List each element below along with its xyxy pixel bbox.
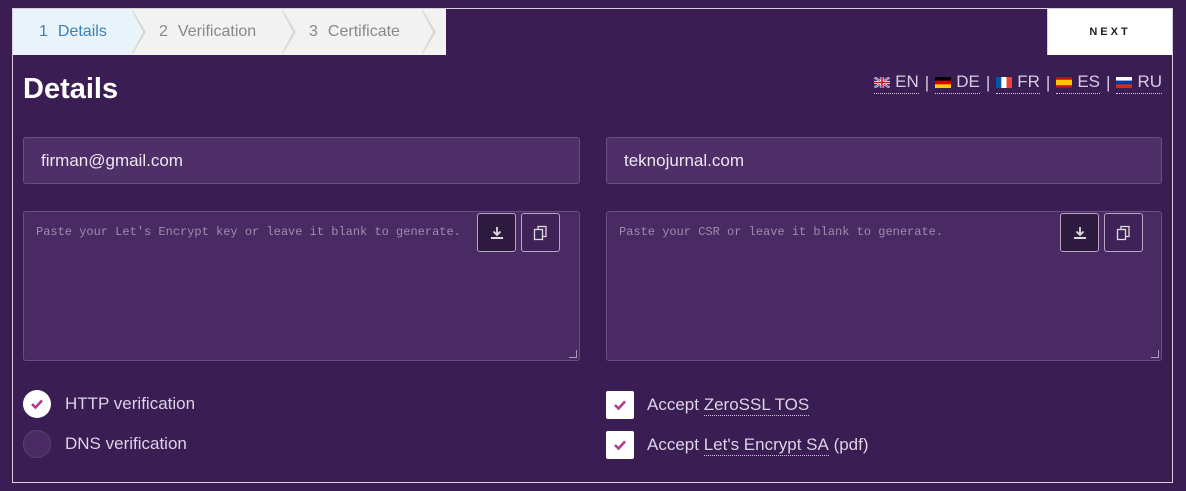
step-label: Details — [57, 23, 107, 40]
csr-download-button[interactable] — [1060, 213, 1099, 252]
csr-copy-button[interactable] — [1104, 213, 1143, 252]
letsencrypt-sa-link[interactable]: Let's Encrypt SA — [703, 435, 829, 456]
wizard-stepper: 3 Certificate 2 Verification 1 Details NEXT — [13, 9, 1172, 55]
download-icon — [1073, 226, 1086, 239]
http-verification-radio[interactable] — [23, 390, 51, 418]
dns-verification-option[interactable]: DNS verification — [23, 430, 187, 458]
checkmark-icon — [614, 440, 626, 451]
zerossl-tos-link[interactable]: ZeroSSL TOS — [703, 395, 810, 416]
next-button[interactable]: NEXT — [1047, 9, 1172, 55]
lang-fr-link[interactable]: FR — [996, 72, 1040, 94]
lang-de-link[interactable]: DE — [935, 72, 980, 94]
accept-tos-prefix: Accept — [647, 395, 704, 414]
key-download-button[interactable] — [477, 213, 516, 252]
accept-tos-option[interactable]: Accept ZeroSSL TOS — [606, 391, 810, 419]
step-label: Verification — [177, 23, 257, 40]
copy-icon — [533, 225, 547, 240]
lang-es-link[interactable]: ES — [1056, 72, 1101, 94]
certificate-wizard: 3 Certificate 2 Verification 1 Details NEXT… — [12, 8, 1173, 483]
csr-textarea[interactable]: Paste your CSR or leave it blank to gene… — [606, 211, 1162, 361]
step-number: 2 — [159, 23, 168, 40]
uk-flag-icon — [874, 76, 891, 88]
spain-flag-icon — [1056, 76, 1073, 88]
lang-en-link[interactable]: EN — [874, 72, 919, 94]
accept-sa-checkbox[interactable] — [606, 431, 634, 459]
domain-field[interactable]: teknojurnal.com — [606, 137, 1162, 184]
page-title: Details — [23, 73, 119, 105]
key-placeholder: Paste your Let's Encrypt key or leave it… — [36, 225, 461, 239]
checkmark-icon — [31, 399, 43, 410]
germany-flag-icon — [935, 76, 952, 88]
checkmark-icon — [614, 400, 626, 411]
csr-placeholder: Paste your CSR or leave it blank to gene… — [619, 225, 944, 239]
lang-ru-link[interactable]: RU — [1116, 72, 1162, 94]
resize-handle[interactable] — [1151, 350, 1159, 358]
language-switcher: EN | DE | FR | ES | RU — [874, 72, 1162, 94]
dns-verification-label: DNS verification — [65, 434, 187, 453]
russia-flag-icon — [1116, 76, 1133, 88]
step-verification[interactable]: 2 Verification — [131, 9, 296, 55]
copy-icon — [1116, 225, 1130, 240]
http-verification-label: HTTP verification — [65, 394, 196, 413]
dns-verification-radio[interactable] — [23, 430, 51, 458]
france-flag-icon — [996, 76, 1013, 88]
accept-tos-checkbox[interactable] — [606, 391, 634, 419]
step-label: Certificate — [327, 23, 400, 40]
download-icon — [490, 226, 503, 239]
accept-sa-suffix: (pdf) — [828, 435, 869, 454]
key-textarea[interactable]: Paste your Let's Encrypt key or leave it… — [23, 211, 580, 361]
key-copy-button[interactable] — [521, 213, 560, 252]
step-number: 3 — [309, 23, 318, 40]
step-number: 1 — [39, 23, 48, 40]
accept-sa-prefix: Accept — [647, 435, 704, 454]
accept-sa-option[interactable]: Accept Let's Encrypt SA (pdf) — [606, 431, 869, 459]
email-field[interactable]: firman@gmail.com — [23, 137, 580, 184]
step-details[interactable]: 1 Details — [13, 9, 143, 55]
http-verification-option[interactable]: HTTP verification — [23, 390, 195, 418]
resize-handle[interactable] — [569, 350, 577, 358]
